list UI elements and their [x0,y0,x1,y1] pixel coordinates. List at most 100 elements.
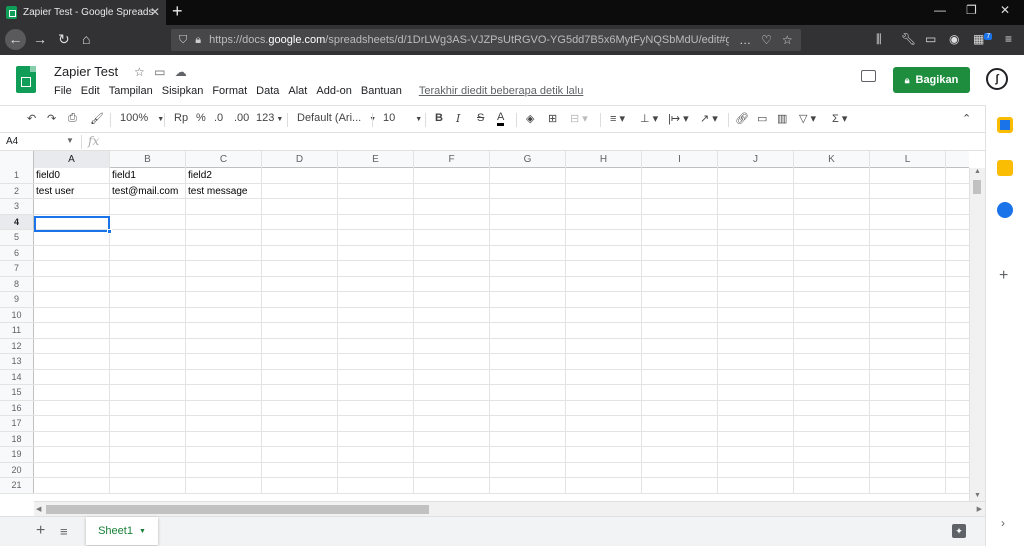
grid-cell[interactable] [186,416,262,431]
lock-icon[interactable]: 🔒︎ [195,34,201,47]
print-icon[interactable]: ⎙ [68,112,77,125]
grid-cell[interactable] [338,369,414,384]
grid-cell[interactable] [110,462,186,477]
grid-cell[interactable] [870,230,946,245]
grid-cell[interactable] [34,214,110,229]
grid-cell[interactable] [718,354,794,369]
grid-cell[interactable] [642,183,718,198]
grid-cell[interactable] [414,369,490,384]
grid-cell[interactable] [794,168,870,183]
grid-cell[interactable] [566,416,642,431]
grid-cell[interactable] [186,354,262,369]
grid-cell[interactable] [186,323,262,338]
grid-cell[interactable] [110,416,186,431]
grid-cell[interactable] [34,385,110,400]
grid-cell[interactable] [262,214,338,229]
grid-cell[interactable] [566,276,642,291]
grid-cell[interactable] [262,462,338,477]
grid-cell[interactable] [414,292,490,307]
column-header[interactable]: G [490,151,566,168]
grid-cell[interactable] [566,245,642,260]
grid-cell[interactable] [414,478,490,493]
grid-cell[interactable] [642,214,718,229]
grid-cell[interactable] [718,199,794,214]
reload-icon[interactable]: ↻ [58,31,70,48]
grid-cell[interactable] [34,462,110,477]
grid-cell[interactable] [794,183,870,198]
scroll-up-icon[interactable]: ▲ [974,168,981,175]
grid-cell[interactable] [338,338,414,353]
undo-icon[interactable]: ↶ [27,112,36,125]
grid-cell[interactable] [262,230,338,245]
grid-cell[interactable] [718,214,794,229]
decrease-decimal-button[interactable]: .0 [214,112,223,124]
zoom-select[interactable]: 100% ▼ [120,112,164,124]
grid-cell[interactable] [642,338,718,353]
explore-icon[interactable]: ✦ [952,524,966,538]
grid-cell[interactable] [490,276,566,291]
grid-cell[interactable] [186,230,262,245]
grid-cell[interactable] [794,199,870,214]
more-formats-select[interactable]: 123 ▼ [256,112,283,124]
grid-cell[interactable] [794,354,870,369]
font-size-select[interactable]: 10 ▼ [383,112,422,124]
add-sheet-icon[interactable]: + [36,522,45,540]
grid-cell[interactable] [718,292,794,307]
grid-cell[interactable] [566,447,642,462]
grid-cell[interactable] [186,307,262,322]
grid-cell[interactable] [110,338,186,353]
grid-cell[interactable] [870,245,946,260]
column-header[interactable]: E [338,151,414,168]
grid-cell[interactable] [110,199,186,214]
menu-format[interactable]: Format [212,85,247,97]
grid-cell[interactable] [566,369,642,384]
menu-addons[interactable]: Add-on [316,85,351,97]
scroll-down-icon[interactable]: ▼ [974,492,981,499]
menu-insert[interactable]: Sisipkan [162,85,204,97]
percent-format-button[interactable]: % [196,112,206,124]
row-header[interactable]: 10 [0,307,34,322]
bold-icon[interactable]: B [435,112,443,124]
grid-cell[interactable] [338,168,414,183]
grid-cell[interactable] [34,276,110,291]
star-icon[interactable]: ☆ [134,65,145,79]
row-header[interactable]: 16 [0,400,34,415]
grid-cell[interactable] [490,199,566,214]
close-window-icon[interactable]: ✕ [1000,3,1010,17]
grid-cell[interactable] [642,385,718,400]
grid-cell[interactable] [870,292,946,307]
grid-cell[interactable] [490,462,566,477]
formula-input[interactable] [110,135,970,149]
grid-cell[interactable] [186,369,262,384]
grid-cell[interactable] [566,400,642,415]
insert-chart-icon[interactable]: ▥ [777,112,787,125]
grid-cell[interactable] [718,245,794,260]
grid-cell[interactable] [718,431,794,446]
horizontal-align-icon[interactable]: ≡ ▾ [610,112,625,125]
grid-cell[interactable]: test user [34,183,110,198]
grid-cell[interactable] [414,447,490,462]
grid-cell[interactable] [414,245,490,260]
grid-cell[interactable] [870,447,946,462]
grid-cell[interactable] [110,292,186,307]
grid-cell[interactable] [34,400,110,415]
grid-cell[interactable] [262,261,338,276]
grid-cell[interactable] [338,385,414,400]
grid-cell[interactable] [262,478,338,493]
wrench-icon[interactable]: 🔧︎ [901,32,916,46]
column-header[interactable]: C [186,151,262,168]
grid-cell[interactable] [566,431,642,446]
grid-cell[interactable] [262,183,338,198]
page-actions-icon[interactable]: … [739,33,751,47]
grid-cell[interactable] [794,292,870,307]
grid-cell[interactable] [186,245,262,260]
extension-icon[interactable]: ▦ 7 [973,32,993,46]
grid-cell[interactable] [870,400,946,415]
grid-cell[interactable] [110,276,186,291]
grid-cell[interactable] [414,199,490,214]
grid-cell[interactable] [718,307,794,322]
last-edit-link[interactable]: Terakhir diedit beberapa detik lalu [419,85,584,97]
grid-cell[interactable] [490,292,566,307]
row-header[interactable]: 14 [0,369,34,384]
menu-view[interactable]: Tampilan [109,85,153,97]
